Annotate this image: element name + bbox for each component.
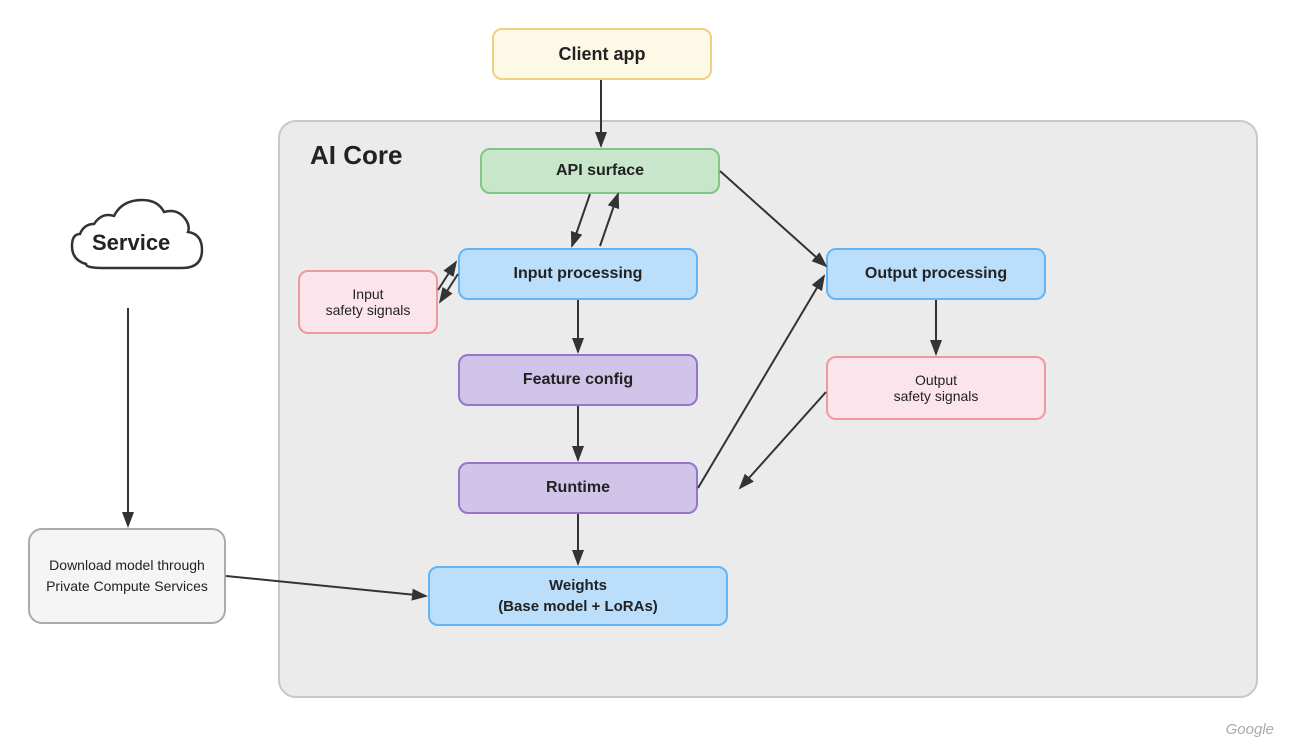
weights-label2: (Base model + LoRAs) [498, 596, 658, 617]
client-app-box: Client app [492, 28, 712, 80]
output-safety-label: Outputsafety signals [894, 372, 979, 404]
feature-config-box: Feature config [458, 354, 698, 406]
weights-label1: Weights [549, 575, 607, 596]
input-safety-label: Inputsafety signals [326, 286, 411, 318]
input-processing-label: Input processing [514, 265, 643, 283]
feature-config-label: Feature config [523, 371, 633, 389]
output-processing-label: Output processing [865, 265, 1007, 283]
download-model-box: Download model through Private Compute S… [28, 528, 226, 624]
ai-core-label: AI Core [310, 140, 402, 171]
api-surface-label: API surface [556, 162, 644, 180]
input-processing-box: Input processing [458, 248, 698, 300]
runtime-label: Runtime [546, 479, 610, 497]
weights-box: Weights (Base model + LoRAs) [428, 566, 728, 626]
service-label: Service [92, 230, 170, 256]
google-watermark: Google [1226, 721, 1274, 738]
api-surface-box: API surface [480, 148, 720, 194]
download-model-label: Download model through Private Compute S… [40, 555, 214, 597]
output-safety-box: Outputsafety signals [826, 356, 1046, 420]
client-app-label: Client app [558, 44, 645, 65]
diagram-container: Client app AI Core API surface Input pro… [0, 0, 1304, 756]
ai-core-container: AI Core [278, 120, 1258, 698]
runtime-box: Runtime [458, 462, 698, 514]
input-safety-box: Inputsafety signals [298, 270, 438, 334]
output-processing-box: Output processing [826, 248, 1046, 300]
